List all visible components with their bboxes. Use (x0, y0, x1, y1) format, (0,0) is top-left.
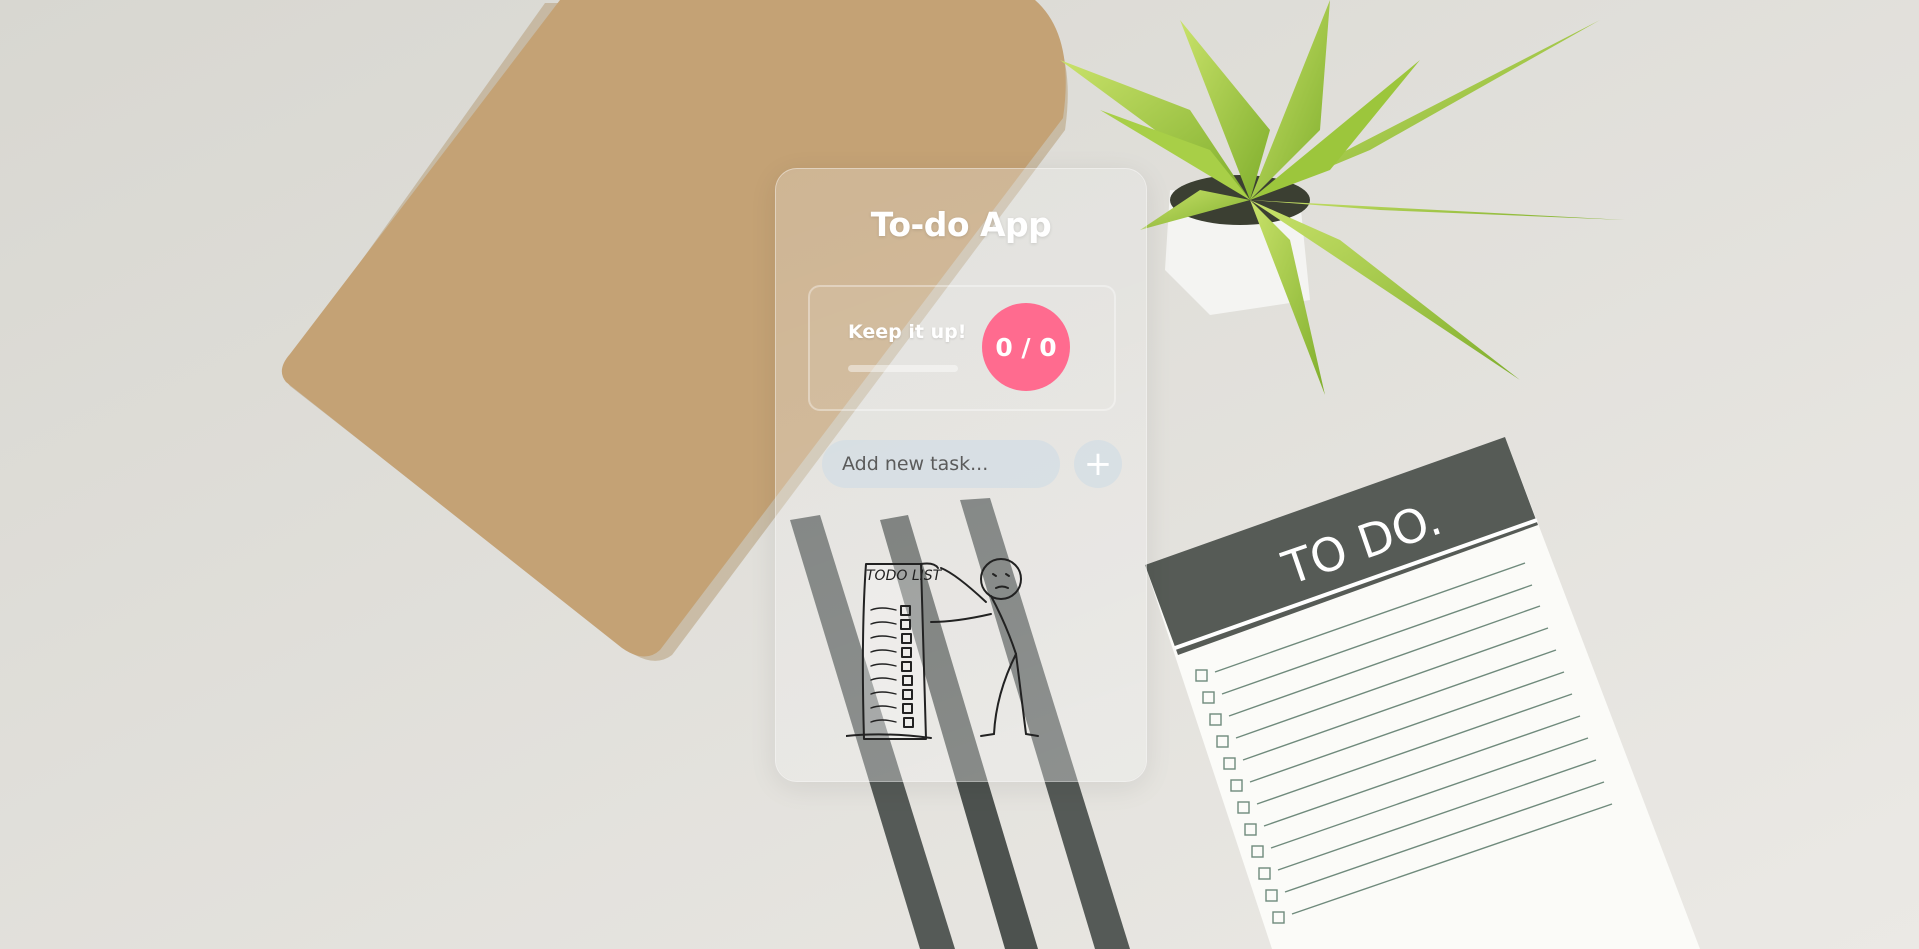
todo-card: To-do App Keep it up! 0 / 0 + (775, 168, 1147, 782)
illustration-heading: TODO LIST (866, 568, 943, 584)
stats-label: Keep it up! (848, 321, 967, 343)
empty-list-illustration: TODO LIST (846, 558, 1039, 740)
new-task-input[interactable] (822, 440, 1060, 488)
add-task-button[interactable]: + (1074, 440, 1122, 488)
task-counter: 0 / 0 (982, 303, 1070, 391)
app-title: To-do App (870, 205, 1052, 244)
stats-panel: Keep it up! 0 / 0 (808, 285, 1116, 411)
progress-bar (848, 365, 958, 372)
